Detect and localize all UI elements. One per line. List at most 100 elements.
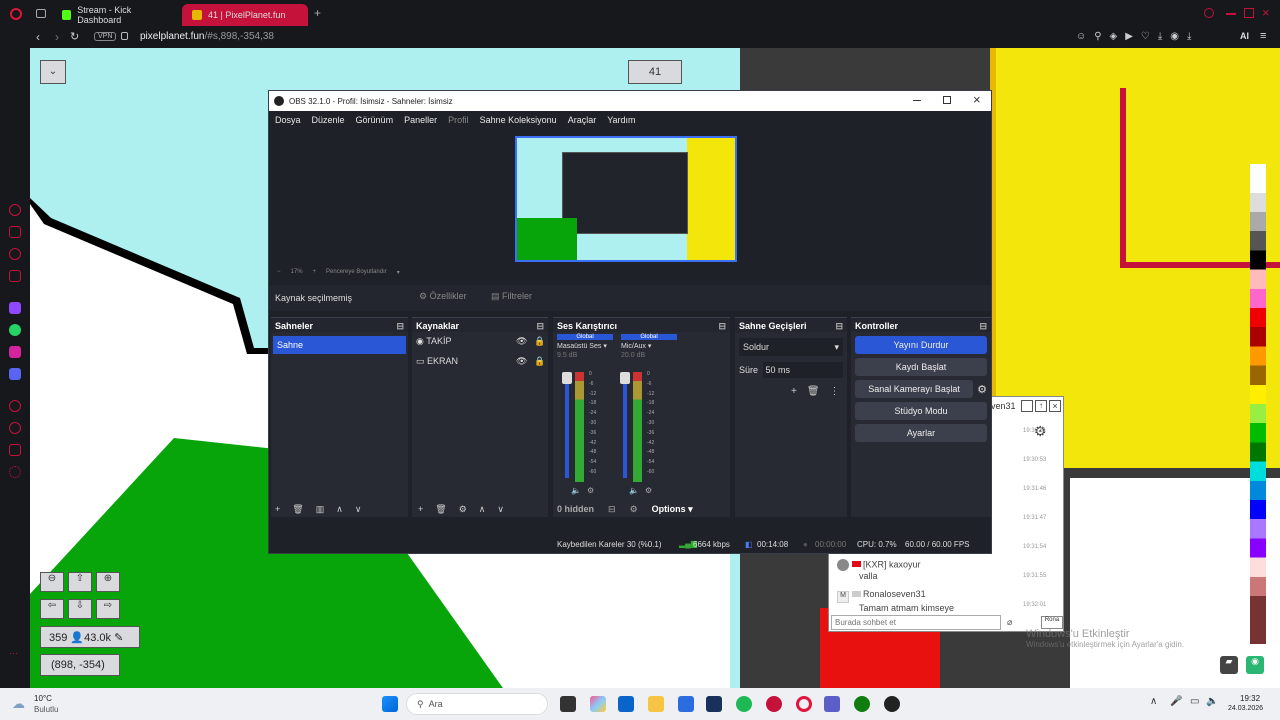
obs-studio-icon[interactable] <box>884 696 900 712</box>
menu-yardim[interactable]: Yardım <box>607 115 635 125</box>
menu-duzenle[interactable]: Düzenle <box>312 115 345 125</box>
visibility-eye-icon[interactable]: 👁 <box>516 356 527 367</box>
menu-profil[interactable]: Profil <box>448 115 469 125</box>
scene-item[interactable]: Sahne <box>273 336 406 354</box>
stop-stream-button[interactable]: Yayını Durdur <box>855 336 987 354</box>
dock-undock-icon[interactable]: ⊟ <box>396 321 404 332</box>
chat-input[interactable] <box>831 615 1001 630</box>
volume-icon[interactable]: 🔈 <box>1206 696 1218 707</box>
weather-icon[interactable]: ☁ <box>12 696 25 712</box>
pinboard-icon[interactable] <box>9 270 21 282</box>
coordinates-display[interactable]: (898, -354) <box>40 654 120 676</box>
zoom-out-icon[interactable]: − <box>277 269 281 276</box>
move-up-icon[interactable]: ∧ <box>336 504 343 515</box>
ai-button[interactable]: AI <box>1240 31 1249 41</box>
xbox-icon[interactable] <box>854 696 870 712</box>
microphone-icon[interactable]: 🎤 <box>1170 696 1182 707</box>
clock-time[interactable]: 19:32 <box>1240 694 1260 703</box>
aria-icon[interactable] <box>9 204 21 216</box>
add-scene-icon[interactable]: + <box>275 504 280 515</box>
chat-tab[interactable]: ven31 <box>991 401 1016 411</box>
visibility-eye-icon[interactable]: 👁 <box>516 336 527 347</box>
speaker-icon[interactable]: 🔈 <box>629 486 639 495</box>
workspaces-icon[interactable] <box>36 9 46 18</box>
opera-logo-icon[interactable] <box>10 8 22 20</box>
remove-source-icon[interactable]: 🗑 <box>435 504 446 515</box>
chat-up-icon[interactable]: ↑ <box>1035 400 1047 412</box>
dock-undock-icon[interactable]: ⊟ <box>536 321 544 332</box>
lock-icon[interactable]: 🔒 <box>534 336 545 347</box>
menu-dosya[interactable]: Dosya <box>275 115 301 125</box>
properties-button[interactable]: ⚙ Özellikler <box>419 291 467 302</box>
spotify-icon[interactable] <box>736 696 752 712</box>
settings-icon[interactable] <box>9 466 21 478</box>
add-transition-icon[interactable]: + <box>791 386 797 397</box>
menu-gorunum[interactable]: Görünüm <box>356 115 394 125</box>
move-down-icon[interactable]: ∨ <box>497 504 504 515</box>
steam-icon[interactable] <box>706 696 722 712</box>
zoom-out-button[interactable]: ⊖ <box>40 572 64 592</box>
vpn-badge[interactable]: VPN <box>94 32 117 41</box>
preview-canvas[interactable] <box>515 136 737 262</box>
remove-scene-icon[interactable]: 🗑 <box>292 504 303 515</box>
minimize-icon[interactable] <box>1226 13 1236 15</box>
dock-undock-icon[interactable]: ⊟ <box>979 321 987 332</box>
tab-kick-dashboard[interactable]: Stream - Kick Dashboard <box>52 4 180 26</box>
close-icon[interactable]: × <box>1262 5 1270 20</box>
opera-taskbar-icon[interactable] <box>796 696 812 712</box>
tab-pixelplanet[interactable]: 41 | PixelPlanet.fun <box>182 4 308 26</box>
studio-mode-button[interactable]: Stüdyo Modu <box>855 402 987 420</box>
chat-bubble-icon[interactable]: ▰ <box>1220 656 1238 674</box>
messenger-icon[interactable] <box>9 248 21 260</box>
weather-temp[interactable]: 10°C <box>34 694 52 703</box>
channel-settings-icon[interactable]: ⚙ <box>645 486 652 495</box>
downloads-icon[interactable] <box>9 444 21 456</box>
dock-undock-icon[interactable]: ⊟ <box>718 321 726 332</box>
chat-popout-icon[interactable] <box>1021 400 1033 412</box>
scene-filters-icon[interactable]: ▥ <box>316 504 325 515</box>
obs-taskbar-icon[interactable] <box>766 696 782 712</box>
menu-paneller[interactable]: Paneller <box>404 115 437 125</box>
url-text[interactable]: pixelplanet.fun/#s,898,-354,38 <box>140 31 274 42</box>
menu-icon[interactable]: ≡ <box>1260 30 1266 42</box>
lock-icon[interactable]: 🔒 <box>534 356 545 367</box>
back-icon[interactable]: ‹ <box>36 30 40 44</box>
reload-icon[interactable]: ↻ <box>70 30 79 43</box>
twitch-icon[interactable] <box>9 302 21 314</box>
whatsapp-icon[interactable] <box>9 324 21 336</box>
outlook-icon[interactable] <box>618 696 634 712</box>
forward-icon[interactable]: › <box>55 30 59 44</box>
new-tab-button[interactable]: + <box>314 6 321 20</box>
chat-toggle-icon[interactable]: ◉ <box>1246 656 1264 674</box>
instagram-icon[interactable] <box>9 346 21 358</box>
player-icon[interactable] <box>9 400 21 412</box>
attach-icon[interactable]: ⌀ <box>1007 617 1012 628</box>
move-left-button[interactable]: ⇦ <box>40 599 64 619</box>
taskbar-search[interactable]: ⚲ Ara <box>406 693 548 715</box>
fader-handle[interactable] <box>562 372 572 384</box>
start-recording-button[interactable]: Kaydı Başlat <box>855 358 987 376</box>
settings-button[interactable]: Ayarlar <box>855 424 987 442</box>
source-item[interactable]: ◉ TAKİP 👁 🔒 <box>416 336 545 350</box>
task-view-icon[interactable] <box>560 696 576 712</box>
move-right-button[interactable]: ⇨ <box>96 599 120 619</box>
virtual-camera-settings-icon[interactable]: ⚙ <box>977 383 987 396</box>
speaker-icon[interactable]: 🔈 <box>571 486 581 495</box>
more-options-icon[interactable]: ⋮ <box>830 386 840 397</box>
menu-toggle-button[interactable]: ⌄ <box>40 60 66 84</box>
copilot-icon[interactable] <box>590 696 606 712</box>
menu-araclar[interactable]: Araçlar <box>568 115 597 125</box>
zoom-in-icon[interactable]: + <box>313 269 317 276</box>
volume-fader[interactable] <box>623 372 627 478</box>
obs-close-icon[interactable]: × <box>973 92 981 107</box>
zoom-in-button[interactable]: ⊕ <box>96 572 120 592</box>
menu-sahne-koleksiyonu[interactable]: Sahne Koleksiyonu <box>480 115 557 125</box>
channel-name[interactable]: Masaüstü Ses ▾ <box>555 340 615 352</box>
filters-button[interactable]: ▤ Filtreler <box>491 291 532 302</box>
start-virtual-camera-button[interactable]: Sanal Kamerayı Başlat <box>855 380 974 398</box>
hidden-count[interactable]: 0 hidden <box>557 504 594 515</box>
chat-close-icon[interactable]: × <box>1049 400 1061 412</box>
dock-undock-icon[interactable]: ⊟ <box>835 321 843 332</box>
duration-input[interactable]: 50 ms <box>762 362 843 378</box>
discord-icon[interactable] <box>9 368 21 380</box>
